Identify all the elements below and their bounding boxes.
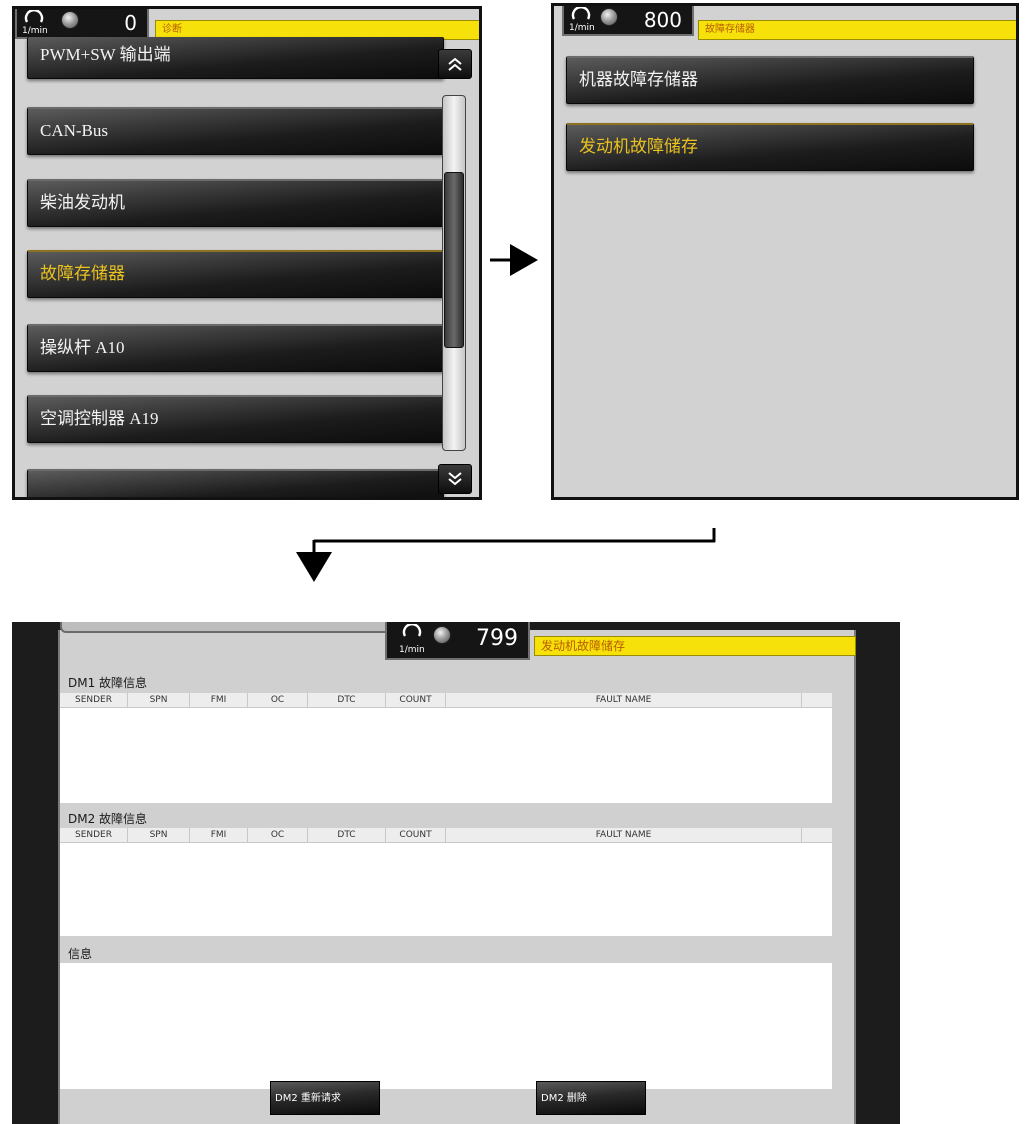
- col-header-fault-name: FAULT NAME: [446, 828, 802, 842]
- double-chevron-down-icon: [448, 472, 462, 486]
- menu-item-label: 空调控制器 A19: [40, 409, 159, 428]
- menu-item-diesel-engine[interactable]: 柴油发动机: [27, 179, 444, 227]
- menu-item-label: CAN-Bus: [40, 121, 109, 140]
- menu-item-can-bus[interactable]: CAN-Bus: [27, 107, 444, 155]
- panel-top-frame: [60, 622, 394, 633]
- rpm-display: 1/min 0: [15, 9, 149, 39]
- menu-item-joystick-a10[interactable]: 操纵杆 A10: [27, 324, 444, 372]
- col-header-dtc: DTC: [308, 693, 386, 707]
- menu-item-next[interactable]: [27, 469, 444, 497]
- scroll-up-button[interactable]: [438, 49, 472, 79]
- col-header-fmi: FMI: [190, 693, 248, 707]
- dm1-section-label: DM1 故障信息: [68, 676, 148, 690]
- arrow-right-icon: [490, 244, 538, 276]
- menu-item-label: PWM+SW 输出端: [40, 45, 171, 64]
- rpm-display: 1/min 800: [562, 6, 694, 36]
- rpm-unit: 1/min: [569, 23, 595, 33]
- scrollbar-thumb[interactable]: [444, 172, 464, 348]
- col-header-fault-name: FAULT NAME: [446, 693, 802, 707]
- screen-title: 发动机故障储存: [534, 636, 856, 656]
- menu-item-label: 操纵杆 A10: [40, 338, 125, 357]
- info-message-box: [60, 963, 832, 1089]
- dm2-table: SENDER SPN FMI OC DTC COUNT FAULT NAME: [60, 828, 832, 936]
- menu-item-label: 故障存储器: [40, 264, 125, 283]
- dm2-delete-button[interactable]: DM2 删除: [536, 1081, 646, 1115]
- dm2-table-header: SENDER SPN FMI OC DTC COUNT FAULT NAME: [60, 828, 832, 843]
- status-lamp-icon: [61, 11, 79, 29]
- menu-item-engine-fault-memory[interactable]: 发动机故障储存: [566, 123, 974, 171]
- menu-item-label: 柴油发动机: [40, 193, 125, 212]
- info-section-label: 信息: [68, 947, 93, 961]
- menu-item-pwm-sw[interactable]: PWM+SW 输出端: [27, 37, 444, 79]
- menu-item-label: 发动机故障储存: [579, 137, 698, 156]
- col-header-oc: OC: [248, 828, 308, 842]
- status-lamp-icon: [433, 626, 451, 644]
- tachometer-icon: [402, 624, 422, 637]
- double-chevron-up-icon: [448, 57, 462, 71]
- rpm-value: 0: [124, 11, 137, 35]
- menu-item-fault-memory[interactable]: 故障存储器: [27, 250, 444, 298]
- rpm-unit: 1/min: [22, 26, 48, 36]
- rpm-unit: 1/min: [399, 645, 425, 655]
- col-header-oc: OC: [248, 693, 308, 707]
- menu-item-label: 机器故障存储器: [579, 70, 698, 89]
- dm2-rerequest-button[interactable]: DM2 重新请求: [270, 1081, 380, 1115]
- col-header-sender: SENDER: [60, 828, 128, 842]
- col-header-spn: SPN: [128, 828, 190, 842]
- rpm-display: 1/min 799: [385, 622, 530, 660]
- screen-title: 故障存储器: [698, 20, 1016, 40]
- scroll-down-button[interactable]: [438, 464, 472, 494]
- col-header-sender: SENDER: [60, 693, 128, 707]
- arrow-down-icon: [296, 528, 716, 582]
- col-header-fmi: FMI: [190, 828, 248, 842]
- dm2-section-label: DM2 故障信息: [68, 812, 148, 826]
- diagnosis-screen: 1/min 0 诊断 PWM+SW 输出端 CAN-Bus 柴油发动机 故障存储…: [12, 6, 482, 500]
- scrollbar-track[interactable]: [442, 95, 466, 451]
- fault-memory-screen: 1/min 800 故障存储器 机器故障存储器 发动机故障储存: [551, 3, 1019, 500]
- menu-item-ac-controller-a19[interactable]: 空调控制器 A19: [27, 395, 444, 443]
- col-header-dtc: DTC: [308, 828, 386, 842]
- dm1-table: SENDER SPN FMI OC DTC COUNT FAULT NAME: [60, 693, 832, 803]
- dm1-table-header: SENDER SPN FMI OC DTC COUNT FAULT NAME: [60, 693, 832, 708]
- col-header-count: COUNT: [386, 693, 446, 707]
- rpm-value: 799: [476, 626, 518, 651]
- col-header-spn: SPN: [128, 693, 190, 707]
- menu-item-machine-fault-memory[interactable]: 机器故障存储器: [566, 56, 974, 104]
- col-header-count: COUNT: [386, 828, 446, 842]
- rpm-value: 800: [643, 8, 682, 32]
- status-lamp-icon: [600, 8, 618, 26]
